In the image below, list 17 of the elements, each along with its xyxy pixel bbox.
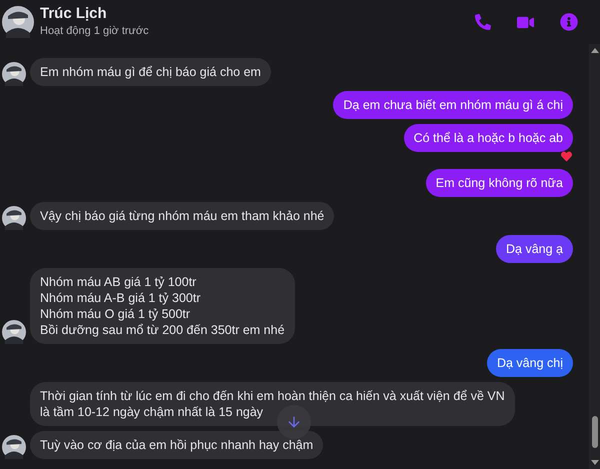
message-bubble: Dạ em chưa biết em nhóm máu gì á chị — [333, 91, 573, 119]
message-bubble: Nhóm máu AB giá 1 tỷ 100tr Nhóm máu A-B giá 1 tỷ 300tr Nhóm máu O giá 1 tỷ 500tr Bồi dưỡng sau mổ từ 200 đến 350tr em nhé — [30, 268, 295, 344]
message-bubble: Dạ vâng chị — [486, 349, 573, 377]
message-bubble: Em nhóm máu gì để chị báo giá cho em — [30, 58, 271, 86]
avatar-icon — [2, 6, 34, 38]
message-bubble: Tuỳ vào cơ địa của em hồi phục nhanh hay chậm — [30, 431, 324, 459]
arrow-down-icon — [286, 414, 302, 430]
message-bubble: Em cũng không rõ nữa — [426, 169, 573, 197]
message-bubble: Dạ vâng ạ — [496, 235, 573, 263]
message-bubble: Vậy chị báo giá từng nhóm máu em tham khảo nhé — [30, 202, 334, 230]
message-bubble: Có thể là a hoặc b hoặc ab — [404, 124, 573, 152]
info-icon[interactable] — [560, 13, 578, 31]
phone-icon[interactable] — [475, 14, 491, 30]
message-bubble: Thời gian tính từ lúc em đi cho đến khi em hoàn thiện ca hiến và xuất viện để về VN là tầm 10-12 ngày chậm nhất là 15 ngày — [30, 382, 515, 426]
scrollbar[interactable] — [589, 44, 600, 469]
status-text: Hoạt động 1 giờ trước — [40, 24, 149, 39]
contact-name: Trúc Lịch — [40, 4, 108, 23]
